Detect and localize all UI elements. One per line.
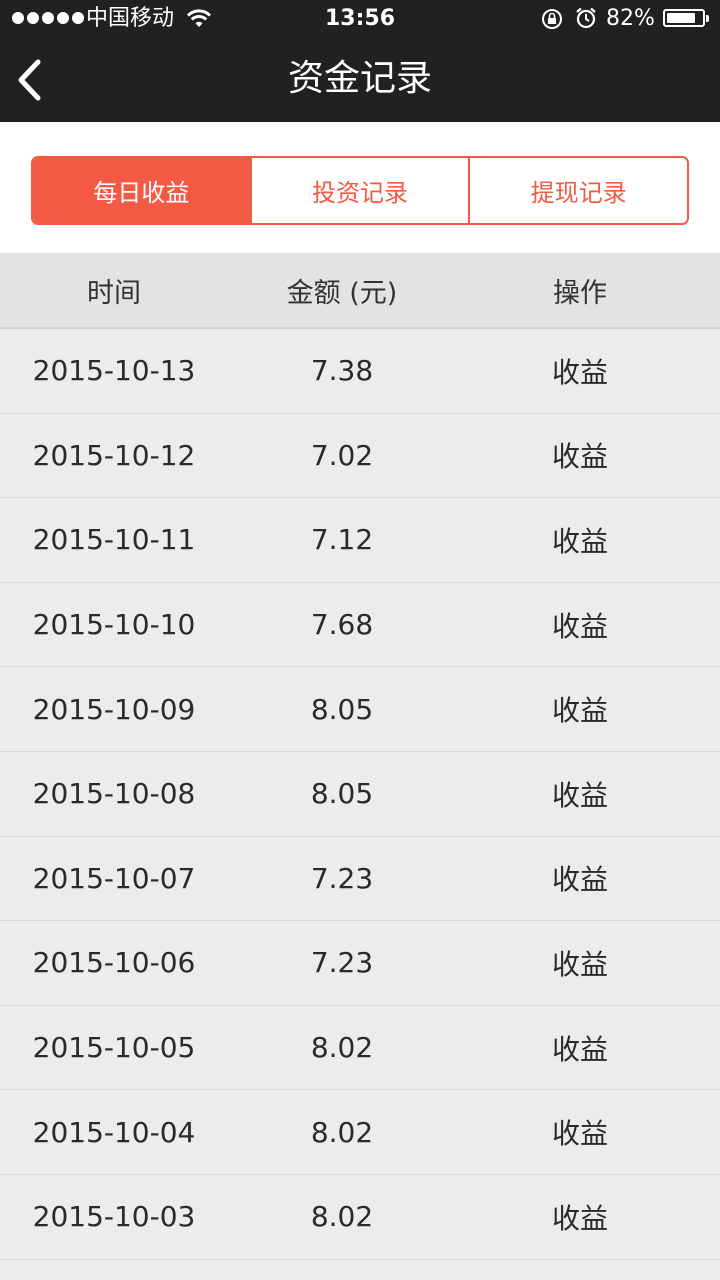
row-operation: 收益	[551, 947, 608, 981]
row-amount: 7.38	[310, 354, 374, 388]
table-row[interactable]: 2015-10-11 7.12 收益	[0, 498, 720, 583]
row-operation: 收益	[551, 694, 608, 728]
row-date: 2015-10-08	[32, 777, 196, 811]
row-date: 2015-10-04	[32, 1115, 196, 1149]
row-amount: 7.23	[310, 861, 374, 895]
table-row[interactable]: 2015-10-12 7.02 收益	[0, 413, 720, 499]
rotation-lock-icon	[542, 9, 562, 29]
row-operation: 收益	[551, 524, 608, 558]
table-row[interactable]: 2015-10-05 8.02 收益	[0, 1005, 720, 1091]
row-operation: 收益	[551, 778, 608, 812]
row-amount: 7.68	[310, 608, 374, 642]
header-date: 时间	[87, 277, 141, 309]
table-row[interactable]: 2015-10-08 8.05 收益	[0, 751, 720, 837]
table-row[interactable]: 2015-10-03 8.02 收益	[0, 1174, 720, 1260]
tab-section: 每日收益 投资记录 提现记录	[0, 122, 720, 253]
back-button[interactable]	[0, 40, 70, 122]
status-bar: 中国移动 13:56 82%	[0, 0, 720, 40]
header-amount: 金额 (元)	[286, 277, 398, 309]
row-date: 2015-10-06	[32, 946, 196, 980]
table-row[interactable]: 2015-10-13 7.38 收益	[0, 329, 720, 414]
row-date: 2015-10-09	[32, 692, 196, 726]
row-amount: 8.02	[310, 1200, 374, 1234]
chevron-left-icon	[18, 59, 41, 101]
row-amount: 8.02	[310, 1115, 374, 1149]
row-date: 2015-10-13	[32, 354, 196, 388]
row-operation: 收益	[551, 609, 608, 643]
row-date: 2015-10-05	[32, 1031, 196, 1065]
table-row[interactable]: 2015-10-07 7.23 收益	[0, 836, 720, 922]
row-date: 2015-10-07	[32, 861, 196, 895]
table-row[interactable]: 2015-10-10 7.68 收益	[0, 582, 720, 668]
nav-bar: 资金记录	[0, 40, 720, 122]
tab-daily-earnings[interactable]: 每日收益	[33, 158, 250, 223]
row-operation: 收益	[551, 440, 608, 474]
row-date: 2015-10-03	[32, 1200, 196, 1234]
row-date: 2015-10-11	[32, 523, 196, 557]
row-amount: 8.05	[310, 777, 374, 811]
tab-investment-records[interactable]: 投资记录	[249, 158, 469, 223]
row-amount: 8.05	[310, 692, 374, 726]
table-row[interactable]: 2015-10-09 8.05 收益	[0, 667, 720, 752]
row-operation: 收益	[551, 863, 608, 897]
top-bar: 中国移动 13:56 82% 资金记录	[0, 0, 720, 122]
tab-withdrawal-records[interactable]: 提现记录	[468, 158, 687, 223]
row-operation: 收益	[551, 1201, 608, 1235]
battery-percent: 82%	[606, 6, 655, 31]
row-date: 2015-10-12	[32, 438, 196, 472]
row-amount: 7.12	[310, 523, 374, 557]
table-row[interactable]: 2015-10-04 8.02 收益	[0, 1090, 720, 1175]
table-row[interactable]: 2015-10-06 7.23 收益	[0, 921, 720, 1006]
segmented-tabs: 每日收益 投资记录 提现记录	[31, 156, 689, 225]
row-amount: 8.02	[310, 1031, 374, 1065]
row-date: 2015-10-10	[32, 608, 196, 642]
page-title: 资金记录	[287, 58, 432, 99]
row-operation: 收益	[551, 1117, 608, 1151]
row-operation: 收益	[551, 355, 608, 389]
alarm-icon	[576, 7, 596, 29]
row-amount: 7.02	[310, 438, 374, 472]
row-amount: 7.23	[310, 946, 374, 980]
table-header: 时间 金额 (元) 操作	[0, 253, 720, 329]
row-operation: 收益	[551, 1032, 608, 1066]
header-operation: 操作	[553, 277, 607, 309]
battery-icon	[663, 9, 709, 27]
records-list: 2015-10-13 7.38 收益 2015-10-12 7.02 收益 20…	[0, 329, 720, 1260]
